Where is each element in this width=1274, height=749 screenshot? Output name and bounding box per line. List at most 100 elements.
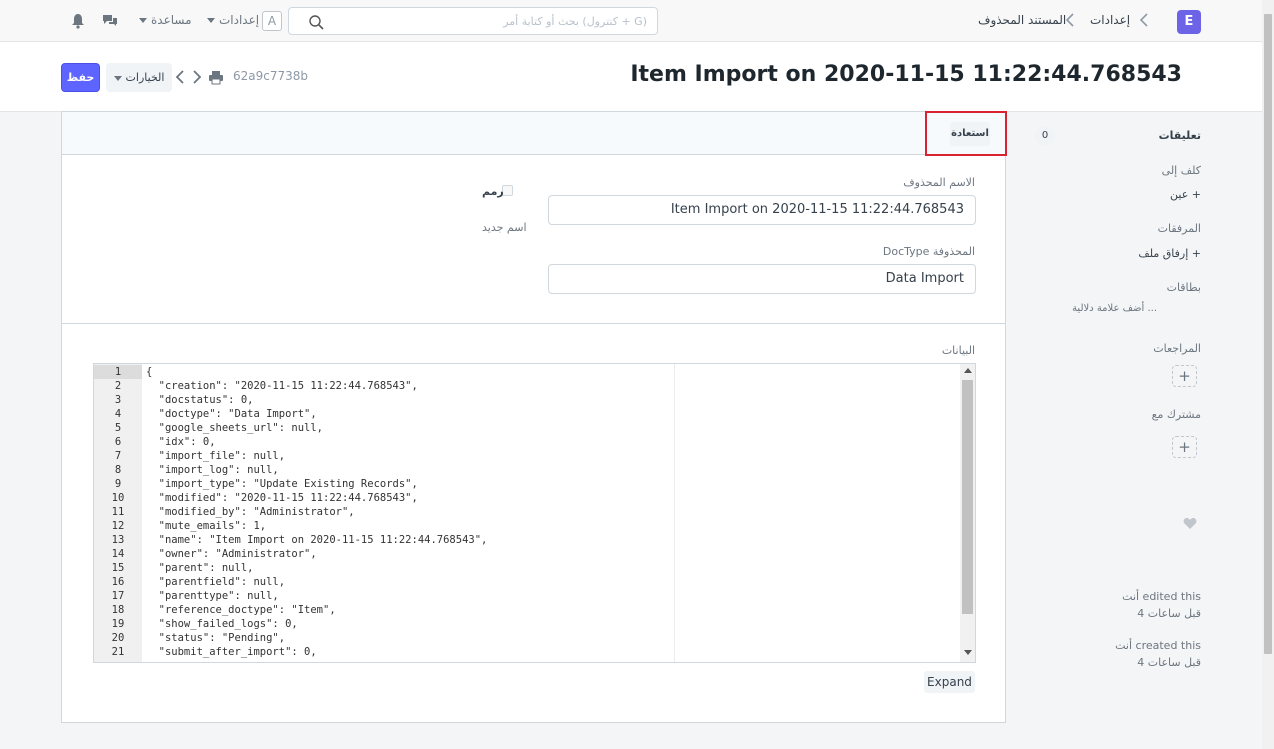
- code-line: "idx": 0,: [146, 436, 216, 448]
- plus-icon: +: [1191, 247, 1201, 260]
- line-number: 11: [111, 506, 125, 518]
- amended-label: رمم: [482, 185, 504, 198]
- add-share-button[interactable]: +: [1172, 436, 1197, 458]
- search-placeholder: بحث أو كتابة أمر (كنترول + G): [503, 15, 647, 28]
- breadcrumb-deleted-document[interactable]: المستند المحذوف: [978, 13, 1066, 27]
- code-line: "import_file": null,: [146, 450, 286, 462]
- add-review-button[interactable]: +: [1172, 365, 1197, 387]
- line-number: 13: [111, 534, 125, 546]
- data-label: البيانات: [941, 344, 975, 357]
- activity-item-text: أنت edited this: [1122, 590, 1201, 603]
- line-number: 7: [114, 450, 122, 462]
- code-line: "modified_by": "Administrator",: [146, 506, 355, 518]
- line-number: 1: [94, 365, 142, 379]
- next-doc-icon[interactable]: [191, 68, 207, 86]
- avatar[interactable]: A: [262, 11, 282, 31]
- window-scroll-thumb[interactable]: [1264, 14, 1272, 654]
- top-navbar: E إعدادات المستند المحذوف بحث أو كتابة أ…: [0, 0, 1262, 42]
- plus-icon: +: [1178, 438, 1191, 456]
- line-number: 8: [114, 464, 122, 476]
- tags-label: بطاقات: [1166, 281, 1201, 294]
- chat-icon[interactable]: [101, 12, 119, 30]
- activity-item-text: أنت created this: [1115, 639, 1201, 652]
- line-number: 4: [114, 408, 122, 420]
- code-line: "show_failed_logs": 0,: [146, 618, 298, 630]
- code-line: "mute_emails": 1,: [146, 520, 267, 532]
- json-code-editor[interactable]: 1 2 3 4 5 6 7 8 9 10 11 12 13 14 15 16 17 18 19 20 21 { "cre…: [93, 363, 976, 663]
- code-line: "google_sheets_url": null,: [146, 422, 324, 434]
- previous-doc-icon[interactable]: [174, 68, 190, 86]
- breadcrumb-settings[interactable]: إعدادات: [1090, 13, 1130, 27]
- code-line: "import_log": null,: [146, 464, 279, 476]
- line-number: 16: [111, 576, 125, 588]
- assigned-to-label: كلف إلى: [1161, 164, 1201, 177]
- code-line: "creation": "2020-11-15 11:22:44.768543"…: [146, 380, 418, 392]
- code-line: "parent": null,: [146, 562, 254, 574]
- help-dropdown[interactable]: مساعدة: [139, 13, 192, 27]
- attach-file-link[interactable]: إرفاق ملف +: [1138, 247, 1201, 260]
- code-line: "reference_doctype": "Item",: [146, 604, 336, 616]
- caret-down-icon: [207, 18, 215, 23]
- line-number: 2: [114, 380, 122, 392]
- editor-scroll-thumb[interactable]: [962, 380, 973, 614]
- code-line: "owner": "Administrator",: [146, 548, 317, 560]
- line-number: 6: [114, 436, 122, 448]
- code-line: "doctype": "Data Import",: [146, 408, 317, 420]
- code-line: "docstatus": 0,: [146, 394, 254, 406]
- document-name: 62a9c7738b: [233, 69, 309, 83]
- line-number: 10: [111, 492, 125, 504]
- line-number: 15: [111, 562, 125, 574]
- editor-scrollbar[interactable]: [960, 364, 975, 662]
- restore-button[interactable]: استعادة: [950, 122, 990, 146]
- line-number: 18: [111, 604, 125, 616]
- code-line: "submit_after_import": 0,: [146, 646, 317, 658]
- plus-icon: +: [1178, 367, 1191, 385]
- form-toolbar: استعادة: [62, 112, 1005, 155]
- app-logo[interactable]: E: [1177, 10, 1201, 34]
- comments-label: تعليقات: [1158, 129, 1201, 142]
- deleted-doctype-label: DocType المحذوفة: [882, 245, 975, 258]
- print-icon[interactable]: [208, 68, 224, 86]
- deleted-document-form: استعادة الاسم المحذوف Item Import on 202…: [61, 111, 1007, 723]
- plus-icon: +: [1191, 188, 1201, 201]
- line-number: 17: [111, 590, 125, 602]
- activity-item-time: 4 قبل ساعات: [1137, 607, 1201, 620]
- activity-item-time: 4 قبل ساعات: [1137, 656, 1201, 669]
- scroll-down-icon[interactable]: [964, 650, 972, 655]
- line-number: 12: [111, 520, 125, 532]
- help-dropdown-label: مساعدة: [151, 13, 192, 27]
- bell-icon[interactable]: [69, 12, 87, 30]
- attach-label: إرفاق ملف: [1138, 247, 1189, 260]
- line-number: 21: [111, 646, 125, 658]
- line-number: 20: [111, 632, 125, 644]
- scroll-up-icon[interactable]: [964, 368, 972, 373]
- line-number: 9: [114, 478, 122, 490]
- print-margin: [674, 364, 675, 662]
- expand-button[interactable]: Expand: [924, 671, 975, 693]
- comments-count: 0: [1035, 127, 1055, 145]
- caret-down-icon: [139, 18, 147, 23]
- assign-link[interactable]: عين +: [1170, 188, 1201, 201]
- reviews-label: المراجعات: [1153, 342, 1201, 355]
- code-line: "parentfield": null,: [146, 576, 286, 588]
- new-name-label: اسم جديد: [482, 221, 527, 234]
- caret-down-icon: [113, 75, 122, 81]
- line-number: 19: [111, 618, 125, 630]
- shared-with-label: مشترك مع: [1151, 408, 1201, 421]
- search-icon: [307, 13, 325, 31]
- page-title: Item Import on 2020-11-15 11:22:44.76854…: [630, 62, 1182, 87]
- settings-dropdown-label: إعدادات: [219, 13, 260, 27]
- line-number: 5: [114, 422, 122, 434]
- save-button[interactable]: حفظ: [61, 63, 100, 92]
- deleted-name-field[interactable]: Item Import on 2020-11-15 11:22:44.76854…: [548, 195, 976, 225]
- add-tag-link[interactable]: أضف علامة دلالية ...: [1072, 303, 1157, 314]
- deleted-doctype-field[interactable]: Data Import: [548, 264, 976, 294]
- search-input[interactable]: بحث أو كتابة أمر (كنترول + G): [288, 7, 658, 35]
- line-number-gutter: 1 2 3 4 5 6 7 8 9 10 11 12 13 14 15 16 17 18 19 20 21: [94, 364, 142, 662]
- heart-icon[interactable]: [1183, 517, 1197, 530]
- code-line: "import_type": "Update Existing Records"…: [146, 478, 418, 490]
- attachments-label: المرفقات: [1157, 222, 1201, 235]
- section-divider: [62, 323, 1005, 324]
- settings-dropdown[interactable]: إعدادات: [207, 13, 259, 27]
- options-dropdown-button[interactable]: الخيارات: [106, 63, 172, 92]
